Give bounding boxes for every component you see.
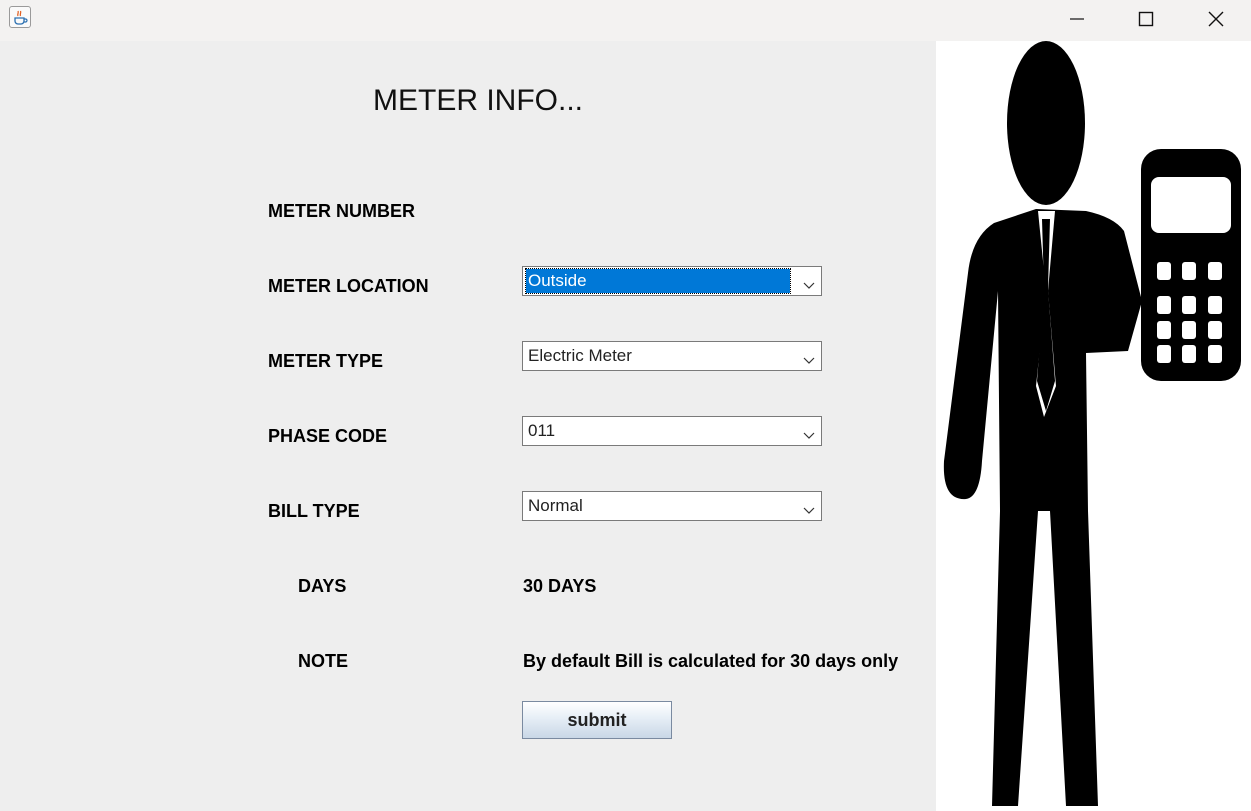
chevron-down-icon[interactable] (803, 352, 815, 364)
phase-code-label: PHASE CODE (268, 426, 388, 446)
illustration-panel (936, 41, 1251, 811)
bill-type-selected-value: Normal (528, 496, 583, 515)
days-value: 30 DAYS (523, 576, 597, 596)
businessman-with-calculator-icon (943, 41, 1241, 806)
meter-number-label: METER NUMBER (268, 201, 415, 221)
close-button[interactable] (1193, 0, 1239, 38)
meter-type-label: METER TYPE (268, 351, 384, 371)
meter-type-dropdown[interactable]: Electric Meter (522, 341, 822, 371)
note-value: By default Bill is calculated for 30 day… (523, 651, 899, 671)
maximize-icon (1138, 11, 1154, 27)
note-label: NOTE (298, 651, 349, 671)
phase-code-selected-value: 011 (528, 421, 556, 440)
minimize-button[interactable] (1054, 0, 1100, 38)
meter-location-dropdown[interactable]: Outside (522, 266, 822, 296)
java-cup-icon[interactable] (9, 6, 31, 28)
meter-type-selected-value: Electric Meter (528, 346, 632, 365)
chevron-down-icon[interactable] (803, 502, 815, 514)
days-label: DAYS (298, 576, 347, 596)
maximize-button[interactable] (1123, 0, 1169, 38)
phase-code-dropdown[interactable]: 011 (522, 416, 822, 446)
bill-type-label: BILL TYPE (268, 501, 360, 521)
chevron-down-icon[interactable] (803, 277, 815, 289)
page-title: METER INFO... (373, 84, 583, 117)
close-icon (1207, 10, 1225, 28)
submit-button[interactable]: submit (522, 701, 672, 739)
meter-info-form: METER INFO... METER NUMBER METER LOCATIO… (0, 41, 936, 811)
minimize-icon (1069, 11, 1085, 27)
application-window: METER INFO... METER NUMBER METER LOCATIO… (0, 0, 1251, 811)
meter-location-label: METER LOCATION (268, 276, 429, 296)
bill-type-dropdown[interactable]: Normal (522, 491, 822, 521)
meter-location-selected-value: Outside (525, 268, 791, 294)
chevron-down-icon[interactable] (803, 427, 815, 439)
title-bar[interactable] (0, 0, 1251, 41)
